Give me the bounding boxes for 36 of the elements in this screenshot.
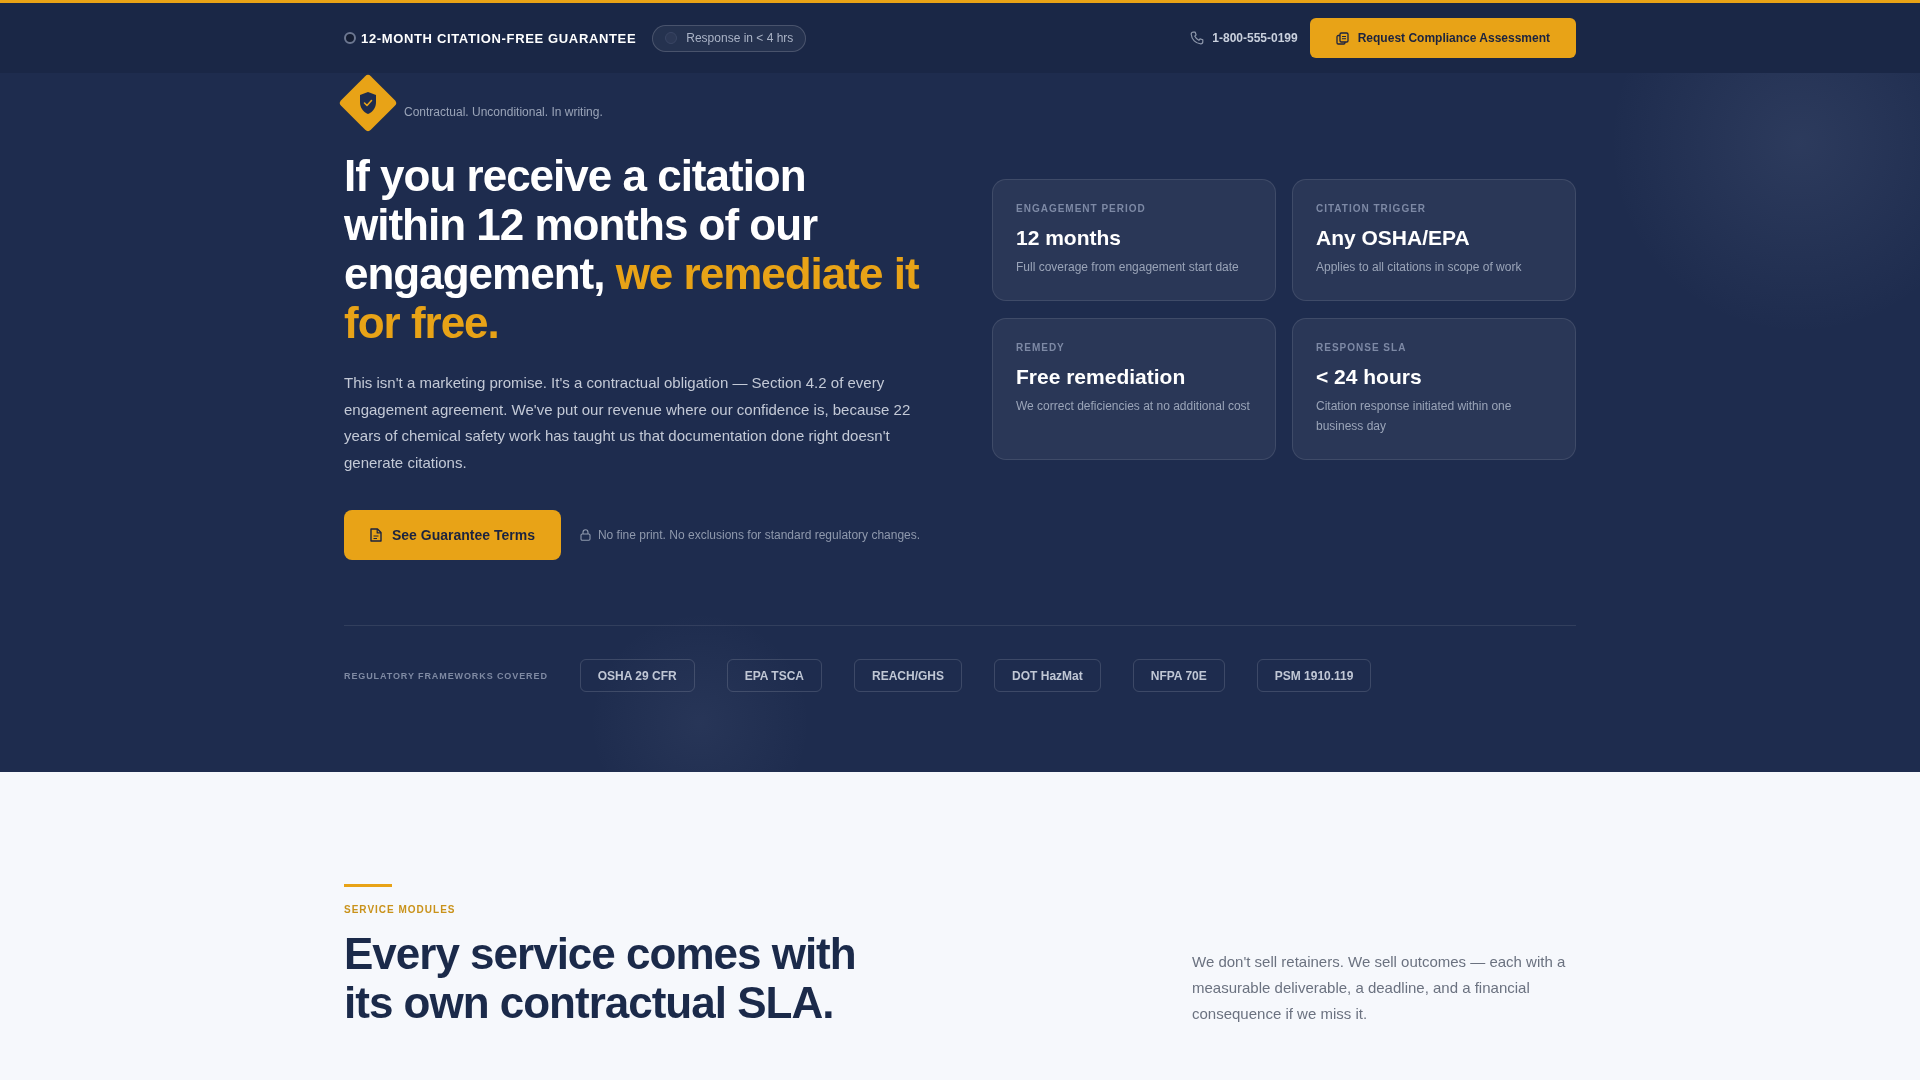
document-icon <box>370 528 382 542</box>
phone-link[interactable]: 1-800-555-0199 <box>1212 31 1298 45</box>
guarantee-terms-button[interactable]: See Guarantee Terms <box>344 510 561 560</box>
section-heading: Every service comes with its own contractual SLA. <box>344 929 857 1027</box>
phone-icon <box>1190 31 1205 45</box>
fact-label: ENGAGEMENT PERIOD <box>1016 203 1147 215</box>
hero-headline: If you receive a citation within 12 months of our engagement, we remediate it for free. <box>344 151 920 347</box>
framework-tag: EPA TSCA <box>726 659 823 692</box>
request-assessment-button[interactable]: Request Compliance Assessment <box>1309 18 1576 58</box>
fact-description: Applies to all citations in scope of work <box>1316 259 1523 276</box>
fact-description: We correct deficiencies at no additional cost <box>1016 398 1251 415</box>
hero-paragraph: This isn't a marketing promise. It's a contractual obligation — Section 4.2 of every engagement agreement. We've put our revenue where our confidence is, because 22 years of chemical safety work has taught us that documentation done right doesn't generate citations. <box>344 373 912 473</box>
framework-tag: REACH/GHS <box>854 659 963 692</box>
section-eyebrow: SERVICE MODULES <box>344 904 456 916</box>
response-time-text: Response in < 4 hrs <box>686 31 794 45</box>
section-intro: We don't sell retainers. We sell outcomes — each with a measurable deliverable, a deadline, and a financial consequence if we miss it. <box>1192 952 1567 1024</box>
hero-tagline: Contractual. Unconditional. In writing. <box>404 104 603 119</box>
fact-description: Citation response initiated within one business day <box>1316 398 1513 435</box>
framework-tag: PSM 1910.119 <box>1256 659 1372 692</box>
fact-value: 12 months <box>1016 225 1123 251</box>
fine-print-note: No fine print. No exclusions for standard regulatory changes. <box>597 528 921 542</box>
fact-value: Any OSHA/EPA <box>1316 225 1471 251</box>
guarantee-title: 12-MONTH CITATION-FREE GUARANTEE <box>361 30 637 46</box>
ring-icon <box>344 32 356 44</box>
framework-tag: OSHA 29 CFR <box>579 659 695 692</box>
fact-label: CITATION TRIGGER <box>1316 203 1428 215</box>
fact-value: < 24 hours <box>1316 364 1423 390</box>
fact-value: Free remediation <box>1016 364 1187 390</box>
framework-tag: NFPA 70E <box>1132 659 1225 692</box>
fact-label: RESPONSE SLA <box>1316 342 1408 354</box>
frameworks-label: REGULATORY FRAMEWORKS COVERED <box>344 670 548 681</box>
framework-tag: DOT HazMat <box>994 659 1101 692</box>
lock-icon <box>579 529 591 541</box>
fact-label: REMEDY <box>1016 342 1066 354</box>
fact-description: Full coverage from engagement start date <box>1016 259 1240 276</box>
clipboard-icon <box>1335 31 1349 45</box>
